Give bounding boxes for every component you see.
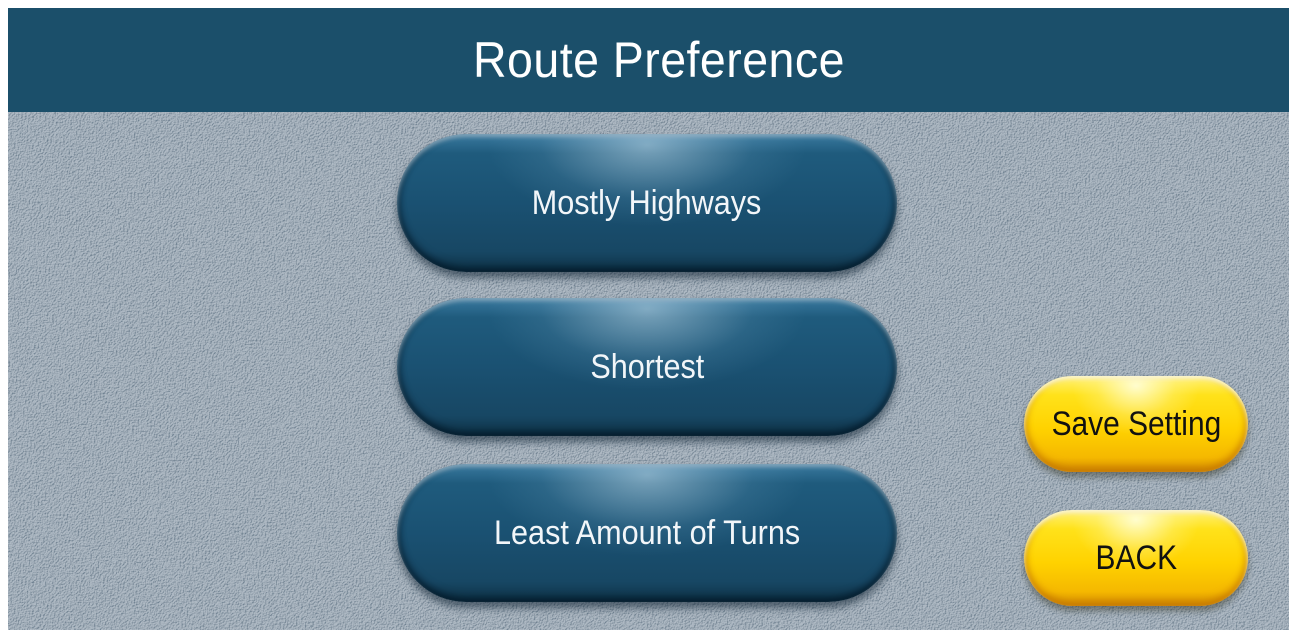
shortest-label: Shortest bbox=[590, 347, 704, 386]
mostly-highways-button[interactable]: Mostly Highways bbox=[397, 134, 897, 272]
content-area: Mostly Highways Shortest Least Amount of… bbox=[8, 112, 1289, 630]
title-bar: Route Preference bbox=[8, 8, 1289, 112]
shortest-button[interactable]: Shortest bbox=[397, 298, 897, 436]
least-turns-button[interactable]: Least Amount of Turns bbox=[397, 464, 897, 602]
page-title: Route Preference bbox=[472, 32, 845, 88]
mostly-highways-label: Mostly Highways bbox=[532, 183, 762, 222]
route-preference-screen: Route Preference Mostly Highways Shortes… bbox=[8, 8, 1289, 630]
back-label: BACK bbox=[1095, 538, 1177, 577]
save-setting-button[interactable]: Save Setting bbox=[1024, 376, 1248, 472]
save-setting-label: Save Setting bbox=[1051, 404, 1221, 443]
least-turns-label: Least Amount of Turns bbox=[493, 513, 801, 552]
back-button[interactable]: BACK bbox=[1024, 510, 1248, 606]
